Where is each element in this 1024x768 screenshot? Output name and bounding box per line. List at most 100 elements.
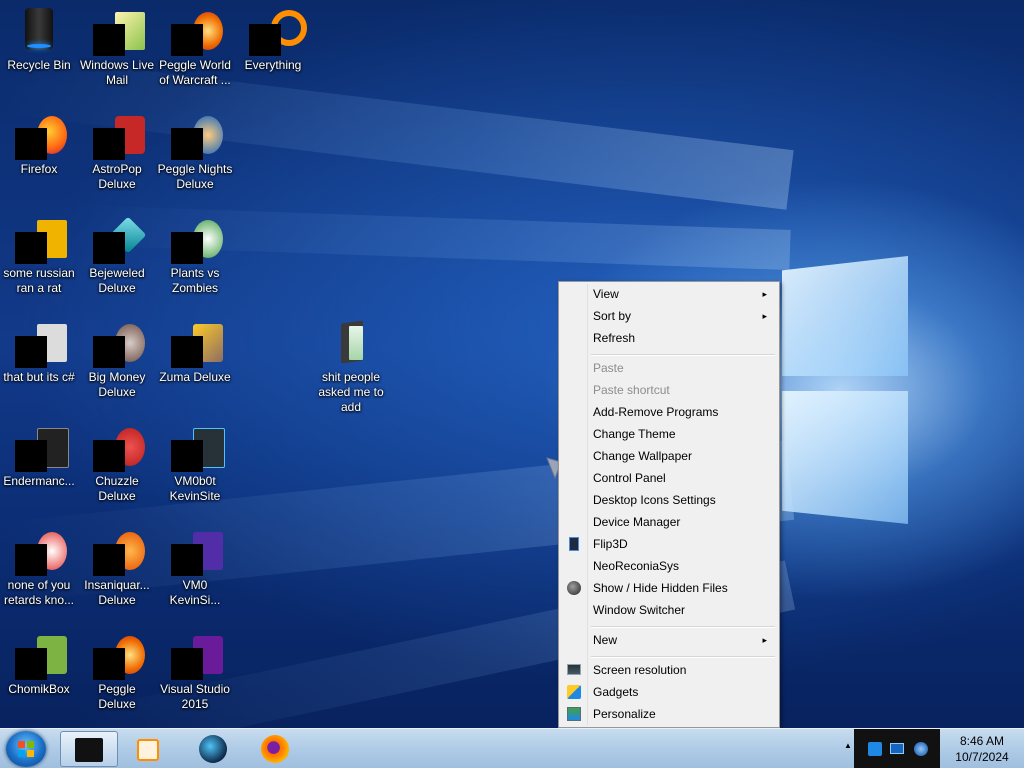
desktop-icon-vm0b0t-kevinsite[interactable]: VM0b0t KevinSite <box>156 422 234 504</box>
desktop-icon-label: Chuzzle Deluxe <box>95 474 139 503</box>
desktop-icon-label: Peggle Nights Deluxe <box>157 162 233 191</box>
desktop-icon-label: Bejeweled Deluxe <box>89 266 145 295</box>
clock-time: 8:46 AM <box>959 734 1005 748</box>
desktop-icon-recycle-bin[interactable]: Recycle Bin <box>0 6 78 73</box>
volume-icon[interactable] <box>914 742 928 756</box>
desktop-icon-label: VM0b0t KevinSite <box>169 474 221 503</box>
menu-item-view[interactable]: View ▸ <box>561 283 777 305</box>
desktop-icon-endermanc[interactable]: Endermanc... <box>0 422 78 489</box>
taskbar-button-app-2[interactable] <box>184 731 242 767</box>
menu-item-label: View <box>593 287 619 301</box>
menu-item-new[interactable]: New ▸ <box>561 629 777 651</box>
menu-item-change-theme[interactable]: Change Theme <box>561 423 777 445</box>
menu-item-change-wallpaper[interactable]: Change Wallpaper <box>561 445 777 467</box>
menu-separator <box>591 626 775 628</box>
peggle-icon <box>171 6 223 56</box>
desktop-icon-firefox[interactable]: Firefox <box>0 110 78 177</box>
menu-item-label: Gadgets <box>593 685 639 699</box>
menu-item-window-switcher[interactable]: Window Switcher <box>561 599 777 621</box>
chuzzle-icon <box>93 422 145 472</box>
chomikbox-icon <box>15 630 67 680</box>
desktop-icon-bejeweled-deluxe[interactable]: Bejeweled Deluxe <box>78 214 156 296</box>
menu-item-neoreconiasys[interactable]: NeoReconiaSys <box>561 555 777 577</box>
desktop-icon-plants-vs-zombies[interactable]: Plants vs Zombies <box>156 214 234 296</box>
desktop-icon-chuzzle-deluxe[interactable]: Chuzzle Deluxe <box>78 422 156 504</box>
desktop-icon-label: VM0 KevinSi... <box>169 578 221 607</box>
desktop-icon-some-russian-ran-a-rat[interactable]: some russian ran a rat <box>0 214 78 296</box>
taskbar-button-media-player[interactable] <box>120 731 178 767</box>
desktop-icon-label: ChomikBox <box>8 682 70 696</box>
desktop-icon-label: that but its c# <box>3 370 75 384</box>
menu-item-label: Paste shortcut <box>593 383 670 397</box>
desktop-icon-insaniquarium-deluxe[interactable]: Insaniquar... Deluxe <box>78 526 156 608</box>
hidden-files-icon <box>567 581 581 595</box>
tray-icon[interactable] <box>868 742 882 756</box>
app-icon <box>75 738 103 762</box>
taskbar-button-app[interactable] <box>60 731 118 767</box>
windows-logo-icon <box>18 741 34 757</box>
menu-item-screen-resolution[interactable]: Screen resolution <box>561 659 777 681</box>
menu-item-gadgets[interactable]: Gadgets <box>561 681 777 703</box>
clock-date: 10/7/2024 <box>955 750 1009 764</box>
menu-separator <box>591 656 775 658</box>
mail-icon <box>93 6 145 56</box>
desktop-context-menu: View ▸ Sort by ▸ Refresh Paste Paste sho… <box>558 281 780 728</box>
media-player-icon <box>137 739 159 761</box>
menu-separator <box>591 354 775 356</box>
menu-item-flip3d[interactable]: Flip3D <box>561 533 777 555</box>
menu-item-label: Paste <box>593 361 624 375</box>
money-bag-icon <box>93 318 145 368</box>
firefox-icon <box>15 110 67 160</box>
desktop-icon-zuma-deluxe[interactable]: Zuma Deluxe <box>156 318 234 385</box>
firefox-icon <box>261 735 289 763</box>
desktop-icon-none-of-you[interactable]: none of you retards kno... <box>0 526 78 608</box>
submenu-arrow-icon: ▸ <box>762 289 767 299</box>
taskbar-button-firefox[interactable] <box>246 731 304 767</box>
menu-item-label: Control Panel <box>593 471 666 485</box>
menu-item-add-remove-programs[interactable]: Add-Remove Programs <box>561 401 777 423</box>
menu-item-refresh[interactable]: Refresh <box>561 327 777 349</box>
menu-item-label: Refresh <box>593 331 636 345</box>
file-icon <box>15 214 67 264</box>
desktop-icon-folder[interactable]: shit people asked me to add <box>312 318 390 415</box>
desktop-icon-peggle-world-of-warcraft[interactable]: Peggle World of Warcraft ... <box>156 6 234 88</box>
menu-item-label: Flip3D <box>593 537 628 551</box>
desktop-icon-peggle-nights-deluxe[interactable]: Peggle Nights Deluxe <box>156 110 234 192</box>
desktop-icon-chomikbox[interactable]: ChomikBox <box>0 630 78 697</box>
desktop-icon-peggle-deluxe[interactable]: Peggle Deluxe <box>78 630 156 712</box>
menu-item-label: Change Theme <box>593 427 676 441</box>
desktop-icon-windows-live-mail[interactable]: Windows Live Mail <box>78 6 156 88</box>
menu-item-control-panel[interactable]: Control Panel <box>561 467 777 489</box>
menu-item-label: NeoReconiaSys <box>593 559 680 573</box>
desktop-icon-everything[interactable]: Everything <box>234 6 312 73</box>
zuma-icon <box>171 318 223 368</box>
app-window-icon <box>171 422 225 472</box>
plant-icon <box>171 214 223 264</box>
network-icon[interactable] <box>890 743 904 754</box>
start-button[interactable] <box>6 731 46 767</box>
menu-item-desktop-icons-settings[interactable]: Desktop Icons Settings <box>561 489 777 511</box>
submenu-arrow-icon: ▸ <box>762 311 767 321</box>
desktop-icon-visual-studio-2015[interactable]: Visual Studio 2015 <box>156 630 234 712</box>
menu-item-device-manager[interactable]: Device Manager <box>561 511 777 533</box>
monitor-icon <box>567 664 581 675</box>
peggle-nights-icon <box>171 110 223 160</box>
menu-item-label: Desktop Icons Settings <box>593 493 716 507</box>
taskbar-clock[interactable]: 8:46 AM 10/7/2024 <box>940 729 1024 768</box>
gadgets-icon <box>567 685 581 699</box>
search-app-icon <box>249 6 307 56</box>
visual-studio-icon <box>171 630 223 680</box>
tray-expand-icon[interactable]: ▲ <box>844 741 852 750</box>
menu-item-show-hide-hidden-files[interactable]: Show / Hide Hidden Files <box>561 577 777 599</box>
desktop-icon-label: Recycle Bin <box>7 58 71 72</box>
gem-icon <box>93 214 147 264</box>
desktop-icon-big-money-deluxe[interactable]: Big Money Deluxe <box>78 318 156 400</box>
menu-item-label: Sort by <box>593 309 632 323</box>
desktop-icon-vm0-kevinsi[interactable]: VM0 KevinSi... <box>156 526 234 608</box>
desktop-icon-astropop-deluxe[interactable]: AstroPop Deluxe <box>78 110 156 192</box>
menu-item-sort-by[interactable]: Sort by ▸ <box>561 305 777 327</box>
desktop-icon-that-but-its-csharp[interactable]: that but its c# <box>0 318 78 385</box>
windows-logo-wallpaper <box>782 246 908 524</box>
globe-icon <box>199 735 227 763</box>
menu-item-personalize[interactable]: Personalize <box>561 703 777 725</box>
